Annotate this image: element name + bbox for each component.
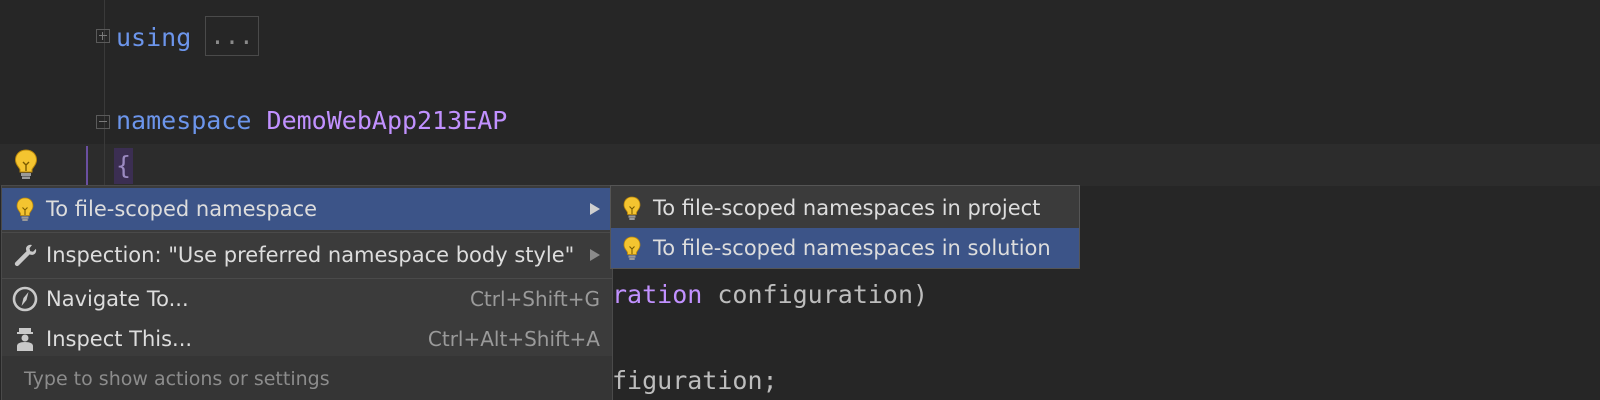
submenu-item-solution[interactable]: To file-scoped namespaces in solution bbox=[611, 228, 1079, 268]
keyword-using: using bbox=[116, 23, 192, 52]
expand-fold-icon[interactable] bbox=[96, 29, 110, 43]
submenu-arrow-icon bbox=[590, 203, 600, 215]
file-scoped-namespace-submenu[interactable]: To file-scoped namespaces in project To … bbox=[611, 186, 1079, 268]
code-line-constructor[interactable]: ration configuration) bbox=[612, 280, 928, 310]
code-fragment-assignment: figuration; bbox=[612, 366, 778, 395]
menu-item-label: Inspection: "Use preferred namespace bod… bbox=[46, 243, 575, 267]
keyword-namespace: namespace bbox=[116, 106, 252, 135]
collapsed-imports[interactable]: ... bbox=[205, 16, 259, 56]
menu-item-label: Navigate To... bbox=[46, 287, 189, 311]
submenu-item-label: To file-scoped namespaces in project bbox=[653, 196, 1041, 220]
code-line-namespace[interactable]: namespace DemoWebApp213EAP bbox=[116, 106, 507, 136]
matched-brace: { bbox=[114, 148, 134, 184]
inspector-icon bbox=[17, 328, 33, 351]
menu-search-hint[interactable]: Type to show actions or settings bbox=[2, 356, 612, 400]
code-fragment-param: configuration) bbox=[702, 280, 929, 309]
menu-item-shortcut: Ctrl+Shift+G bbox=[469, 287, 600, 311]
wrench-icon bbox=[14, 244, 37, 267]
submenu-item-project[interactable]: To file-scoped namespaces in project bbox=[611, 188, 1079, 228]
gutter-lightbulb-icon[interactable] bbox=[13, 148, 39, 184]
code-line-using[interactable]: using... bbox=[116, 16, 259, 59]
code-line-brace[interactable]: { bbox=[114, 148, 134, 184]
menu-item-label: To file-scoped namespace bbox=[46, 197, 318, 221]
menu-item-inspect-this[interactable]: Inspect This... Ctrl+Alt+Shift+A bbox=[2, 318, 612, 360]
search-hint-text: Type to show actions or settings bbox=[24, 368, 330, 390]
submenu-item-label: To file-scoped namespaces in solution bbox=[653, 236, 1051, 260]
code-fragment-type: ration bbox=[612, 280, 703, 309]
menu-item-label: Inspect This... bbox=[46, 327, 193, 351]
menu-item-file-scoped-namespace[interactable]: To file-scoped namespace bbox=[2, 188, 612, 230]
code-line-assignment[interactable]: figuration; bbox=[612, 366, 778, 396]
submenu-arrow-icon bbox=[590, 249, 600, 261]
menu-item-inspection[interactable]: Inspection: "Use preferred namespace bod… bbox=[2, 234, 612, 276]
menu-item-navigate-to[interactable]: Navigate To... Ctrl+Shift+G bbox=[2, 278, 612, 320]
menu-separator bbox=[2, 232, 612, 233]
collapse-fold-icon[interactable] bbox=[96, 115, 110, 129]
namespace-name: DemoWebApp213EAP bbox=[266, 106, 508, 135]
compass-icon bbox=[12, 286, 38, 312]
alt-enter-context-menu[interactable]: To file-scoped namespace Inspection: "Us… bbox=[2, 186, 612, 400]
menu-item-shortcut: Ctrl+Alt+Shift+A bbox=[427, 327, 600, 351]
lightbulb-icon bbox=[623, 196, 641, 220]
lightbulb-icon bbox=[16, 197, 34, 221]
current-line-highlight bbox=[0, 144, 1600, 186]
lightbulb-icon bbox=[623, 236, 641, 260]
change-marker bbox=[86, 146, 88, 188]
